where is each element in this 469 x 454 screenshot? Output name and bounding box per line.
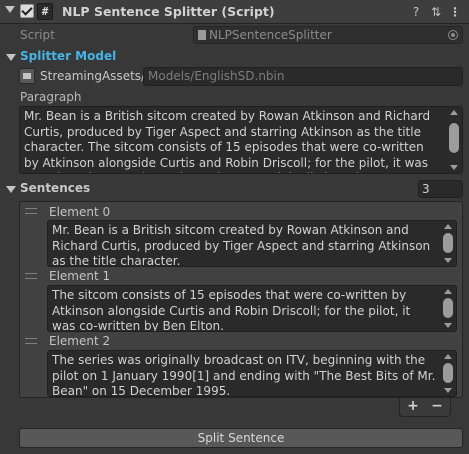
- help-icon[interactable]: ?: [408, 4, 424, 20]
- splitter-model-foldout-icon[interactable]: [6, 54, 16, 61]
- element-2-textarea[interactable]: The series was originally broadcast on I…: [47, 350, 457, 397]
- script-label: Script: [20, 28, 55, 42]
- sentences-label[interactable]: Sentences: [20, 181, 90, 195]
- paragraph-textarea[interactable]: Mr. Bean is a British sitcom created by …: [19, 106, 463, 174]
- scroll-up-icon[interactable]: [444, 354, 452, 359]
- drag-handle-icon[interactable]: [25, 273, 37, 279]
- scroll-up-icon[interactable]: [450, 110, 458, 115]
- element-1-text: The sitcom consists of 15 episodes that …: [52, 288, 411, 332]
- scroll-down-icon[interactable]: [444, 258, 452, 263]
- drag-handle-icon[interactable]: [25, 338, 37, 344]
- element-0-label: Element 0: [49, 205, 111, 219]
- add-element-button[interactable]: +: [403, 397, 423, 416]
- script-field[interactable]: NLPSentenceSplitter: [193, 26, 463, 44]
- model-path-field[interactable]: Models/EnglishSD.nbin: [143, 67, 463, 86]
- scroll-up-icon[interactable]: [444, 289, 452, 294]
- element-0-text: Mr. Bean is a British sitcom created by …: [52, 223, 431, 267]
- sentences-count-field[interactable]: 3: [418, 180, 463, 198]
- scroll-down-icon[interactable]: [444, 388, 452, 393]
- collapse-arrow-icon[interactable]: [5, 6, 15, 13]
- folder-icon[interactable]: [19, 68, 35, 84]
- scroll-thumb[interactable]: [443, 363, 453, 383]
- paragraph-text: Mr. Bean is a British sitcom created by …: [24, 109, 431, 173]
- drag-handle-icon[interactable]: [25, 208, 37, 214]
- element-0-textarea[interactable]: Mr. Bean is a British sitcom created by …: [47, 220, 457, 267]
- component-title: NLP Sentence Splitter (Script): [62, 4, 275, 19]
- element-2-text: The series was originally broadcast on I…: [52, 353, 436, 397]
- sentences-foldout-icon[interactable]: [6, 186, 16, 193]
- element-1-scrollbar[interactable]: [442, 288, 454, 329]
- element-2-label: Element 2: [49, 334, 111, 348]
- object-picker-icon[interactable]: [448, 30, 458, 40]
- remove-element-button[interactable]: −: [427, 397, 447, 416]
- list-footer: + −: [399, 398, 451, 417]
- enabled-checkbox[interactable]: [20, 4, 34, 18]
- script-field-value: NLPSentenceSplitter: [209, 28, 332, 42]
- element-1-textarea[interactable]: The sitcom consists of 15 episodes that …: [47, 285, 457, 332]
- paragraph-label: Paragraph: [20, 90, 82, 104]
- context-menu-icon[interactable]: ⋮: [447, 4, 463, 20]
- scroll-thumb[interactable]: [449, 123, 459, 153]
- element-1-label: Element 1: [49, 269, 111, 283]
- scroll-up-icon[interactable]: [444, 224, 452, 229]
- split-sentence-button[interactable]: Split Sentence: [19, 428, 463, 448]
- element-2-scrollbar[interactable]: [442, 353, 454, 394]
- path-prefix: StreamingAssets/: [40, 69, 146, 83]
- script-file-icon: [198, 30, 206, 40]
- scroll-down-icon[interactable]: [444, 323, 452, 328]
- scroll-thumb[interactable]: [443, 233, 453, 253]
- element-0-scrollbar[interactable]: [442, 223, 454, 264]
- splitter-model-title[interactable]: Splitter Model: [20, 49, 116, 63]
- scroll-down-icon[interactable]: [450, 165, 458, 170]
- paragraph-scrollbar[interactable]: [448, 109, 460, 171]
- script-icon: #: [37, 3, 53, 20]
- scroll-thumb[interactable]: [443, 298, 453, 318]
- presets-icon[interactable]: ⇅: [428, 4, 444, 20]
